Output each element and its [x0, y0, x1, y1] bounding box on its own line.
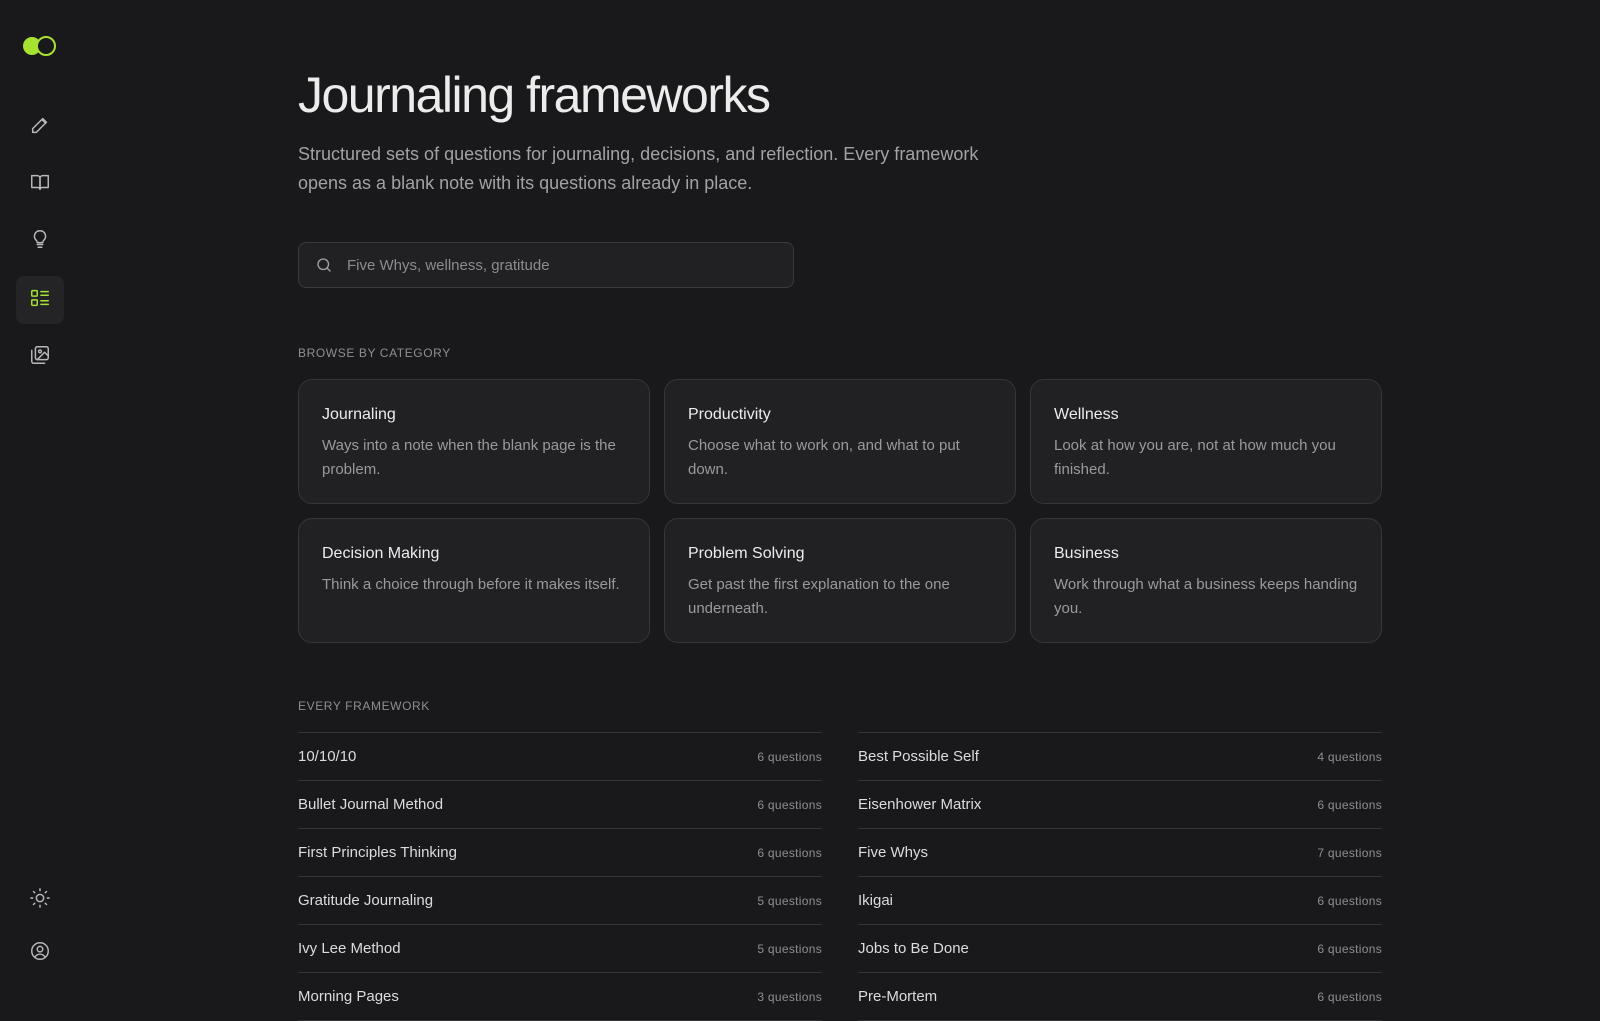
image-stack-icon	[29, 344, 51, 371]
framework-question-count: 6 questions	[757, 797, 822, 812]
framework-question-count: 7 questions	[1317, 845, 1382, 860]
framework-row[interactable]: Eisenhower Matrix 6 questions	[858, 781, 1382, 829]
framework-name: Ivy Lee Method	[298, 940, 401, 957]
category-desc: Work through what a business keeps handi…	[1054, 576, 1358, 617]
framework-row[interactable]: Pre-Mortem 6 questions	[858, 973, 1382, 1021]
browse-category-label: BROWSE BY CATEGORY	[298, 346, 451, 360]
account-button[interactable]	[16, 929, 64, 977]
framework-row[interactable]: Gratitude Journaling 5 questions	[298, 877, 822, 925]
framework-column-left: 10/10/10 6 questions Bullet Journal Meth…	[298, 732, 822, 1021]
nav-read[interactable]	[16, 160, 64, 208]
framework-name: Jobs to Be Done	[858, 940, 969, 957]
framework-name: 10/10/10	[298, 748, 357, 765]
framework-question-count: 6 questions	[757, 845, 822, 860]
category-title: Productivity	[688, 406, 771, 423]
category-card-wellness[interactable]: Wellness Look at how you are, not at how…	[1030, 379, 1382, 504]
search-input[interactable]	[345, 255, 781, 275]
framework-name: Bullet Journal Method	[298, 796, 444, 813]
category-card-productivity[interactable]: Productivity Choose what to work on, and…	[664, 379, 1016, 504]
framework-question-count: 6 questions	[1317, 989, 1382, 1004]
framework-row[interactable]: Best Possible Self 4 questions	[858, 733, 1382, 781]
page-subtitle: Structured sets of questions for journal…	[298, 144, 979, 193]
framework-question-count: 6 questions	[1317, 797, 1382, 812]
category-title: Business	[1054, 545, 1119, 562]
framework-name: First Principles Thinking	[298, 844, 457, 861]
nav-gallery[interactable]	[16, 333, 64, 381]
framework-name: Best Possible Self	[858, 748, 979, 765]
book-open-icon	[29, 171, 51, 198]
framework-row[interactable]: Jobs to Be Done 6 questions	[858, 925, 1382, 973]
category-card-decision-making[interactable]: Decision Making Think a choice through b…	[298, 518, 650, 643]
framework-question-count: 5 questions	[757, 893, 822, 908]
framework-question-count: 4 questions	[1317, 749, 1382, 764]
nav-ideas[interactable]	[16, 217, 64, 265]
category-title: Journaling	[322, 406, 396, 423]
category-desc: Choose what to work on, and what to put …	[688, 437, 960, 478]
page-title: Journaling frameworks	[298, 67, 771, 123]
category-card-journaling[interactable]: Journaling Ways into a note when the bla…	[298, 379, 650, 504]
framework-name: Gratitude Journaling	[298, 892, 434, 909]
category-grid: Journaling Ways into a note when the bla…	[298, 379, 1382, 643]
framework-row[interactable]: Bullet Journal Method 6 questions	[298, 781, 822, 829]
framework-row[interactable]: Five Whys 7 questions	[858, 829, 1382, 877]
category-desc: Ways into a note when the blank page is …	[322, 437, 616, 478]
category-title: Wellness	[1054, 406, 1119, 423]
search-box[interactable]	[298, 242, 794, 288]
nav-write[interactable]	[16, 103, 64, 151]
sidebar	[0, 0, 80, 1000]
framework-question-count: 6 questions	[757, 749, 822, 764]
framework-row[interactable]: Ivy Lee Method 5 questions	[298, 925, 822, 973]
lightbulb-icon	[29, 228, 51, 255]
theme-toggle-button[interactable]	[16, 876, 64, 924]
search-icon	[315, 256, 333, 274]
framework-list: 10/10/10 6 questions Bullet Journal Meth…	[298, 732, 1382, 1021]
user-circle-icon	[29, 940, 51, 967]
framework-row[interactable]: Ikigai 6 questions	[858, 877, 1382, 925]
category-title: Decision Making	[322, 545, 440, 562]
category-card-business[interactable]: Business Work through what a business ke…	[1030, 518, 1382, 643]
category-title: Problem Solving	[688, 545, 805, 562]
framework-question-count: 5 questions	[757, 941, 822, 956]
list-grid-icon	[29, 287, 51, 314]
every-framework-label: EVERY FRAMEWORK	[298, 699, 430, 713]
app-logo[interactable]	[22, 36, 58, 56]
category-card-problem-solving[interactable]: Problem Solving Get past the first expla…	[664, 518, 1016, 643]
sun-icon	[29, 887, 51, 914]
framework-name: Eisenhower Matrix	[858, 796, 982, 813]
nav-frameworks[interactable]	[16, 276, 64, 324]
framework-question-count: 6 questions	[1317, 941, 1382, 956]
framework-name: Five Whys	[858, 844, 929, 861]
category-desc: Get past the first explanation to the on…	[688, 576, 950, 617]
framework-column-right: Best Possible Self 4 questions Eisenhowe…	[858, 732, 1382, 1021]
pencil-icon	[29, 114, 51, 141]
category-desc: Think a choice through before it makes i…	[322, 576, 620, 593]
framework-row[interactable]: First Principles Thinking 6 questions	[298, 829, 822, 877]
framework-name: Pre-Mortem	[858, 988, 938, 1005]
category-desc: Look at how you are, not at how much you…	[1054, 437, 1336, 478]
framework-question-count: 3 questions	[757, 989, 822, 1004]
framework-name: Ikigai	[858, 892, 894, 909]
framework-row[interactable]: 10/10/10 6 questions	[298, 733, 822, 781]
framework-question-count: 6 questions	[1317, 893, 1382, 908]
framework-name: Morning Pages	[298, 988, 399, 1005]
framework-row[interactable]: Morning Pages 3 questions	[298, 973, 822, 1021]
